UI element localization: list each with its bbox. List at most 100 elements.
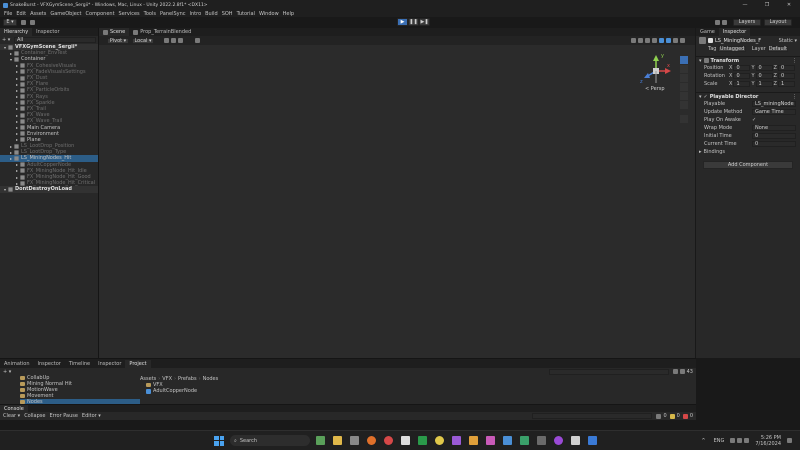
component-enabled-checkbox[interactable]: ✓ [704, 94, 708, 100]
tab-console[interactable]: Console [0, 404, 28, 413]
app8-icon[interactable] [554, 436, 563, 445]
director-field-value[interactable]: 0 [752, 141, 796, 147]
history-icon[interactable] [715, 19, 720, 25]
transform-y-field[interactable]: 0 [755, 73, 773, 79]
view-options-icon[interactable] [195, 38, 200, 43]
add-component-button[interactable]: Add Component [703, 161, 793, 169]
layout-dropdown[interactable]: Layout [764, 18, 792, 26]
menu-help[interactable]: Help [283, 11, 294, 17]
transform-header[interactable]: ▾ Transform ⋮ [696, 56, 800, 64]
tab-prefab[interactable]: Prop_TerrainBlended [129, 28, 195, 36]
tab-inspector-2[interactable]: Inspector [34, 360, 65, 368]
component-menu-icon[interactable]: ⋮ [792, 58, 797, 64]
breadcrumb-prefabs[interactable]: Prefabs [178, 376, 197, 382]
layer-dropdown[interactable]: Default [767, 45, 788, 52]
start-button[interactable] [214, 435, 224, 446]
menu-tutorial[interactable]: Tutorial [237, 11, 255, 17]
wifi-icon[interactable] [730, 438, 736, 443]
close-button[interactable]: ✕ [778, 2, 800, 8]
app2-icon[interactable] [452, 436, 461, 445]
scale-tool-icon[interactable] [680, 83, 688, 91]
menu-soh[interactable]: SOH [222, 11, 233, 17]
tray-chevron-icon[interactable]: ^ [701, 438, 705, 444]
component-menu-icon[interactable]: ⋮ [792, 94, 797, 100]
warning-icon[interactable] [669, 413, 675, 419]
collab-icon[interactable] [30, 19, 35, 25]
breadcrumb-assets[interactable]: Assets [140, 376, 156, 382]
pause-button[interactable]: ❚❚ [408, 18, 419, 26]
breadcrumb-vfx[interactable]: VFX [162, 376, 172, 382]
transform-x-field[interactable]: 0 [733, 65, 751, 71]
app7-icon[interactable] [537, 436, 546, 445]
tab-hierarchy[interactable]: Hierarchy [0, 28, 33, 36]
collapse-toggle[interactable]: Collapse [24, 413, 45, 419]
audio-toggle-icon[interactable] [652, 38, 657, 43]
label-icon[interactable] [679, 369, 685, 374]
excel-icon[interactable] [418, 436, 427, 445]
chrome-icon[interactable] [384, 436, 393, 445]
file-explorer-icon[interactable] [333, 436, 342, 445]
tab-scene[interactable]: Scene [99, 28, 130, 36]
app6-icon[interactable] [520, 436, 529, 445]
move-tool-icon[interactable] [680, 65, 688, 73]
app-icon[interactable] [350, 436, 359, 445]
orientation-gizmo[interactable]: y x z < Persp [639, 53, 673, 93]
static-toggle[interactable]: Static ▾ [779, 38, 797, 44]
search-icon[interactable] [722, 19, 727, 25]
object-name[interactable]: LS_MiningNodes_F [715, 38, 761, 44]
transform-y-field[interactable]: 0 [755, 65, 773, 71]
director-field-value[interactable]: 0 [752, 133, 796, 139]
tab-inspector-3[interactable]: Inspector [94, 360, 125, 368]
menu-build[interactable]: Build [205, 11, 218, 17]
pivot-dropdown[interactable]: Pivot ▾ [107, 37, 129, 44]
active-checkbox[interactable] [708, 38, 713, 43]
transform-x-field[interactable]: 1 [733, 81, 751, 87]
director-field-value[interactable]: None [752, 125, 796, 131]
custom-tool-icon[interactable] [680, 115, 688, 123]
transform-tool-icon[interactable] [680, 101, 688, 109]
transform-z-field[interactable]: 0 [777, 73, 795, 79]
app9-icon[interactable] [571, 436, 580, 445]
create-button[interactable]: + ▾ [2, 37, 14, 43]
notification-icon[interactable] [787, 438, 792, 443]
layers-dropdown[interactable]: Layers [733, 18, 761, 26]
app3-icon[interactable] [469, 436, 478, 445]
camera-settings-icon[interactable] [673, 38, 678, 43]
maximize-button[interactable]: ❐ [756, 2, 778, 8]
unity-taskbar-icon[interactable] [401, 436, 410, 445]
app10-icon[interactable] [588, 436, 597, 445]
director-field-value[interactable]: Game Time [752, 109, 796, 115]
transform-x-field[interactable]: 0 [733, 73, 751, 79]
app5-icon[interactable] [503, 436, 512, 445]
clock-date[interactable]: 7/16/2024 [755, 441, 781, 447]
transform-z-field[interactable]: 1 [777, 81, 795, 87]
play-button[interactable]: ▶ [397, 18, 408, 26]
taskbar-search[interactable]: ⌕ Search [230, 435, 310, 446]
local-dropdown[interactable]: Local ▾ [132, 37, 154, 44]
hierarchy-item[interactable]: ▾ DontDestroyOnLoad [0, 186, 98, 193]
increment-icon[interactable] [178, 38, 183, 43]
persp-label[interactable]: < Persp [645, 86, 665, 92]
menu-services[interactable]: Services [119, 11, 140, 17]
snap-icon[interactable] [171, 38, 176, 43]
cloud-icon[interactable] [21, 19, 26, 25]
widgets-icon[interactable] [316, 436, 325, 445]
error-pause-toggle[interactable]: Error Pause [49, 413, 77, 419]
tab-game[interactable]: Game [696, 28, 719, 36]
chrome2-icon[interactable] [435, 436, 444, 445]
menu-file[interactable]: File [4, 11, 12, 17]
scene-visibility-icon[interactable] [666, 38, 671, 43]
menu-window[interactable]: Window [259, 11, 279, 17]
tab-project[interactable]: Project [125, 359, 151, 368]
account-button[interactable]: E ▾ [3, 18, 17, 26]
app4-icon[interactable] [486, 436, 495, 445]
info-icon[interactable] [656, 413, 662, 419]
tab-animation[interactable]: Animation [0, 360, 34, 368]
rotate-tool-icon[interactable] [680, 74, 688, 82]
clear-dropdown[interactable]: Clear ▾ [3, 413, 20, 419]
tab-inspector-left[interactable]: Inspector [32, 28, 63, 36]
gizmos-icon[interactable] [680, 38, 685, 43]
project-search-input[interactable] [548, 368, 669, 375]
tab-inspector[interactable]: Inspector [718, 28, 751, 36]
tab-timeline[interactable]: Timeline [65, 360, 94, 368]
